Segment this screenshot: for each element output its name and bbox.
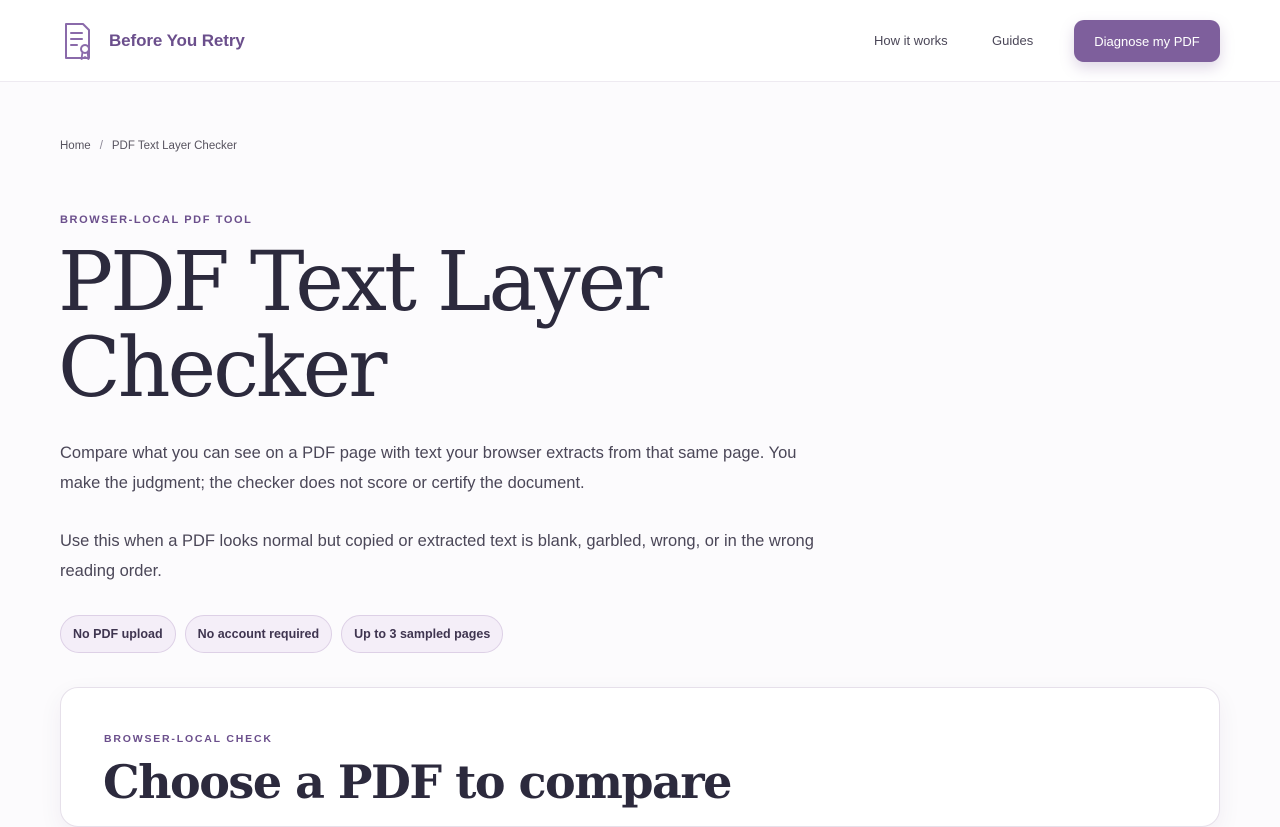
hero-use-case: Use this when a PDF looks normal but cop… <box>60 532 814 580</box>
document-certificate-icon <box>65 23 90 60</box>
diagnose-pdf-button[interactable]: Diagnose my PDF <box>1074 20 1220 62</box>
feature-pills: No PDF upload No account required Up to … <box>60 615 504 653</box>
pill-no-account: No account required <box>184 615 333 653</box>
page-title-line-1: PDF Text Layer <box>58 235 662 330</box>
breadcrumb-current: PDF Text Layer Checker <box>111 140 237 152</box>
pdf-check-card: BROWSER-LOCAL CHECK Choose a PDF to comp… <box>60 687 1220 827</box>
breadcrumb-separator: / <box>99 140 103 152</box>
hero-description: Compare what you can see on a PDF page w… <box>60 444 797 492</box>
brand-home-link[interactable]: Before You Retry <box>60 20 245 62</box>
breadcrumb-home-link[interactable]: Home <box>60 139 91 153</box>
pill-sampled-pages: Up to 3 sampled pages <box>341 615 504 653</box>
site-header: Before You Retry How it works Guides Dia… <box>0 0 1280 82</box>
breadcrumb: Home / PDF Text Layer Checker <box>60 139 237 153</box>
pill-no-upload: No PDF upload <box>60 615 176 653</box>
page-title-line-2: Checker <box>58 321 387 416</box>
nav-how-it-works[interactable]: How it works <box>874 31 948 51</box>
brand-name: Before You Retry <box>109 31 245 50</box>
hero-eyebrow: BROWSER-LOCAL PDF TOOL <box>60 214 253 226</box>
card-title: Choose a PDF to compare <box>103 755 732 809</box>
card-eyebrow: BROWSER-LOCAL CHECK <box>104 733 273 745</box>
nav-guides[interactable]: Guides <box>992 31 1033 51</box>
page-title: PDF Text Layer Checker <box>58 240 758 412</box>
